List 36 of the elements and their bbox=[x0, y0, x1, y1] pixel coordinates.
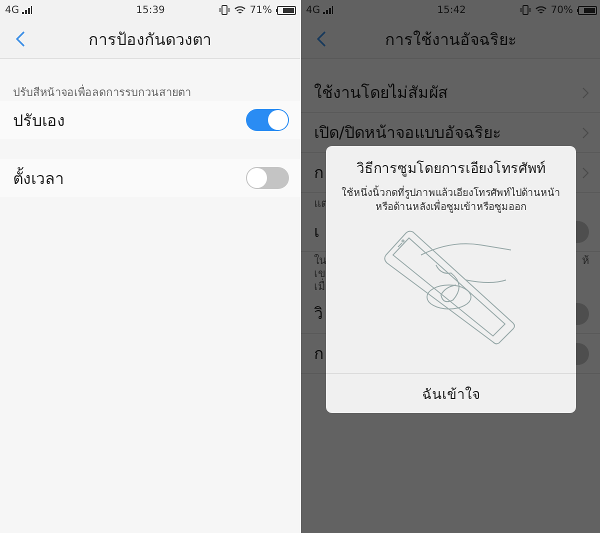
vibrate-icon bbox=[520, 5, 531, 15]
row-label: ปรับเอง bbox=[13, 110, 65, 132]
section-caption: ปรับสีหน้าจอเพื่อลดการรบกวนสายตา bbox=[12, 85, 192, 101]
row-label: เปิด/ปิดหน้าจอแบบอัจฉริยะ bbox=[314, 122, 502, 144]
toggle-switch[interactable] bbox=[246, 167, 289, 189]
toggle-switch[interactable] bbox=[246, 109, 289, 131]
screen-title: การป้องกันดวงตา bbox=[88, 28, 212, 50]
understand-button[interactable]: ฉันเข้าใจ bbox=[326, 373, 576, 413]
row-label: ตั้งเวลา bbox=[13, 166, 64, 190]
row-description: ห้ bbox=[582, 254, 589, 269]
network-type: 4G bbox=[306, 4, 320, 16]
row-label: วิ bbox=[314, 303, 323, 325]
vibrate-icon bbox=[218, 5, 230, 15]
dialog-message: ใช้หนึ่งนิ้วกดที่รูปภาพแล้วเอียงโทรศัพท์ไปด้านหน้า หรือด้านหลังเพื่อซูมเข้าหรือซูมออก bbox=[342, 187, 560, 215]
row-label: ใช้งานโดยไม่สัมผัส bbox=[314, 82, 448, 104]
row-description: ใน เข เมื่ bbox=[314, 254, 327, 292]
back-icon[interactable] bbox=[16, 31, 25, 47]
battery-icon bbox=[577, 6, 598, 14]
battery-icon bbox=[276, 6, 296, 14]
settings-row[interactable]: ปรับเอง bbox=[0, 101, 300, 139]
row-label: ก bbox=[314, 343, 324, 365]
wifi-icon bbox=[234, 6, 246, 14]
network-type: 4G bbox=[5, 4, 20, 16]
battery-percent: 70% bbox=[550, 4, 574, 16]
settings-row[interactable]: ตั้งเวลา bbox=[0, 159, 300, 197]
signal-icon bbox=[323, 6, 334, 14]
wifi-icon bbox=[534, 6, 547, 14]
row-label: เ bbox=[314, 221, 319, 243]
battery-percent: 71% bbox=[250, 4, 272, 16]
clock-time: 15:42 bbox=[437, 4, 466, 16]
back-icon[interactable] bbox=[317, 31, 326, 47]
row-label: ก bbox=[314, 162, 324, 184]
screen-title: การใช้งานอัจฉริยะ bbox=[385, 28, 517, 50]
dialog-title: วิธีการซูมโดยการเอียงโทรศัพท์ bbox=[356, 160, 546, 179]
signal-icon bbox=[22, 6, 32, 14]
clock-time: 15:39 bbox=[136, 4, 165, 16]
